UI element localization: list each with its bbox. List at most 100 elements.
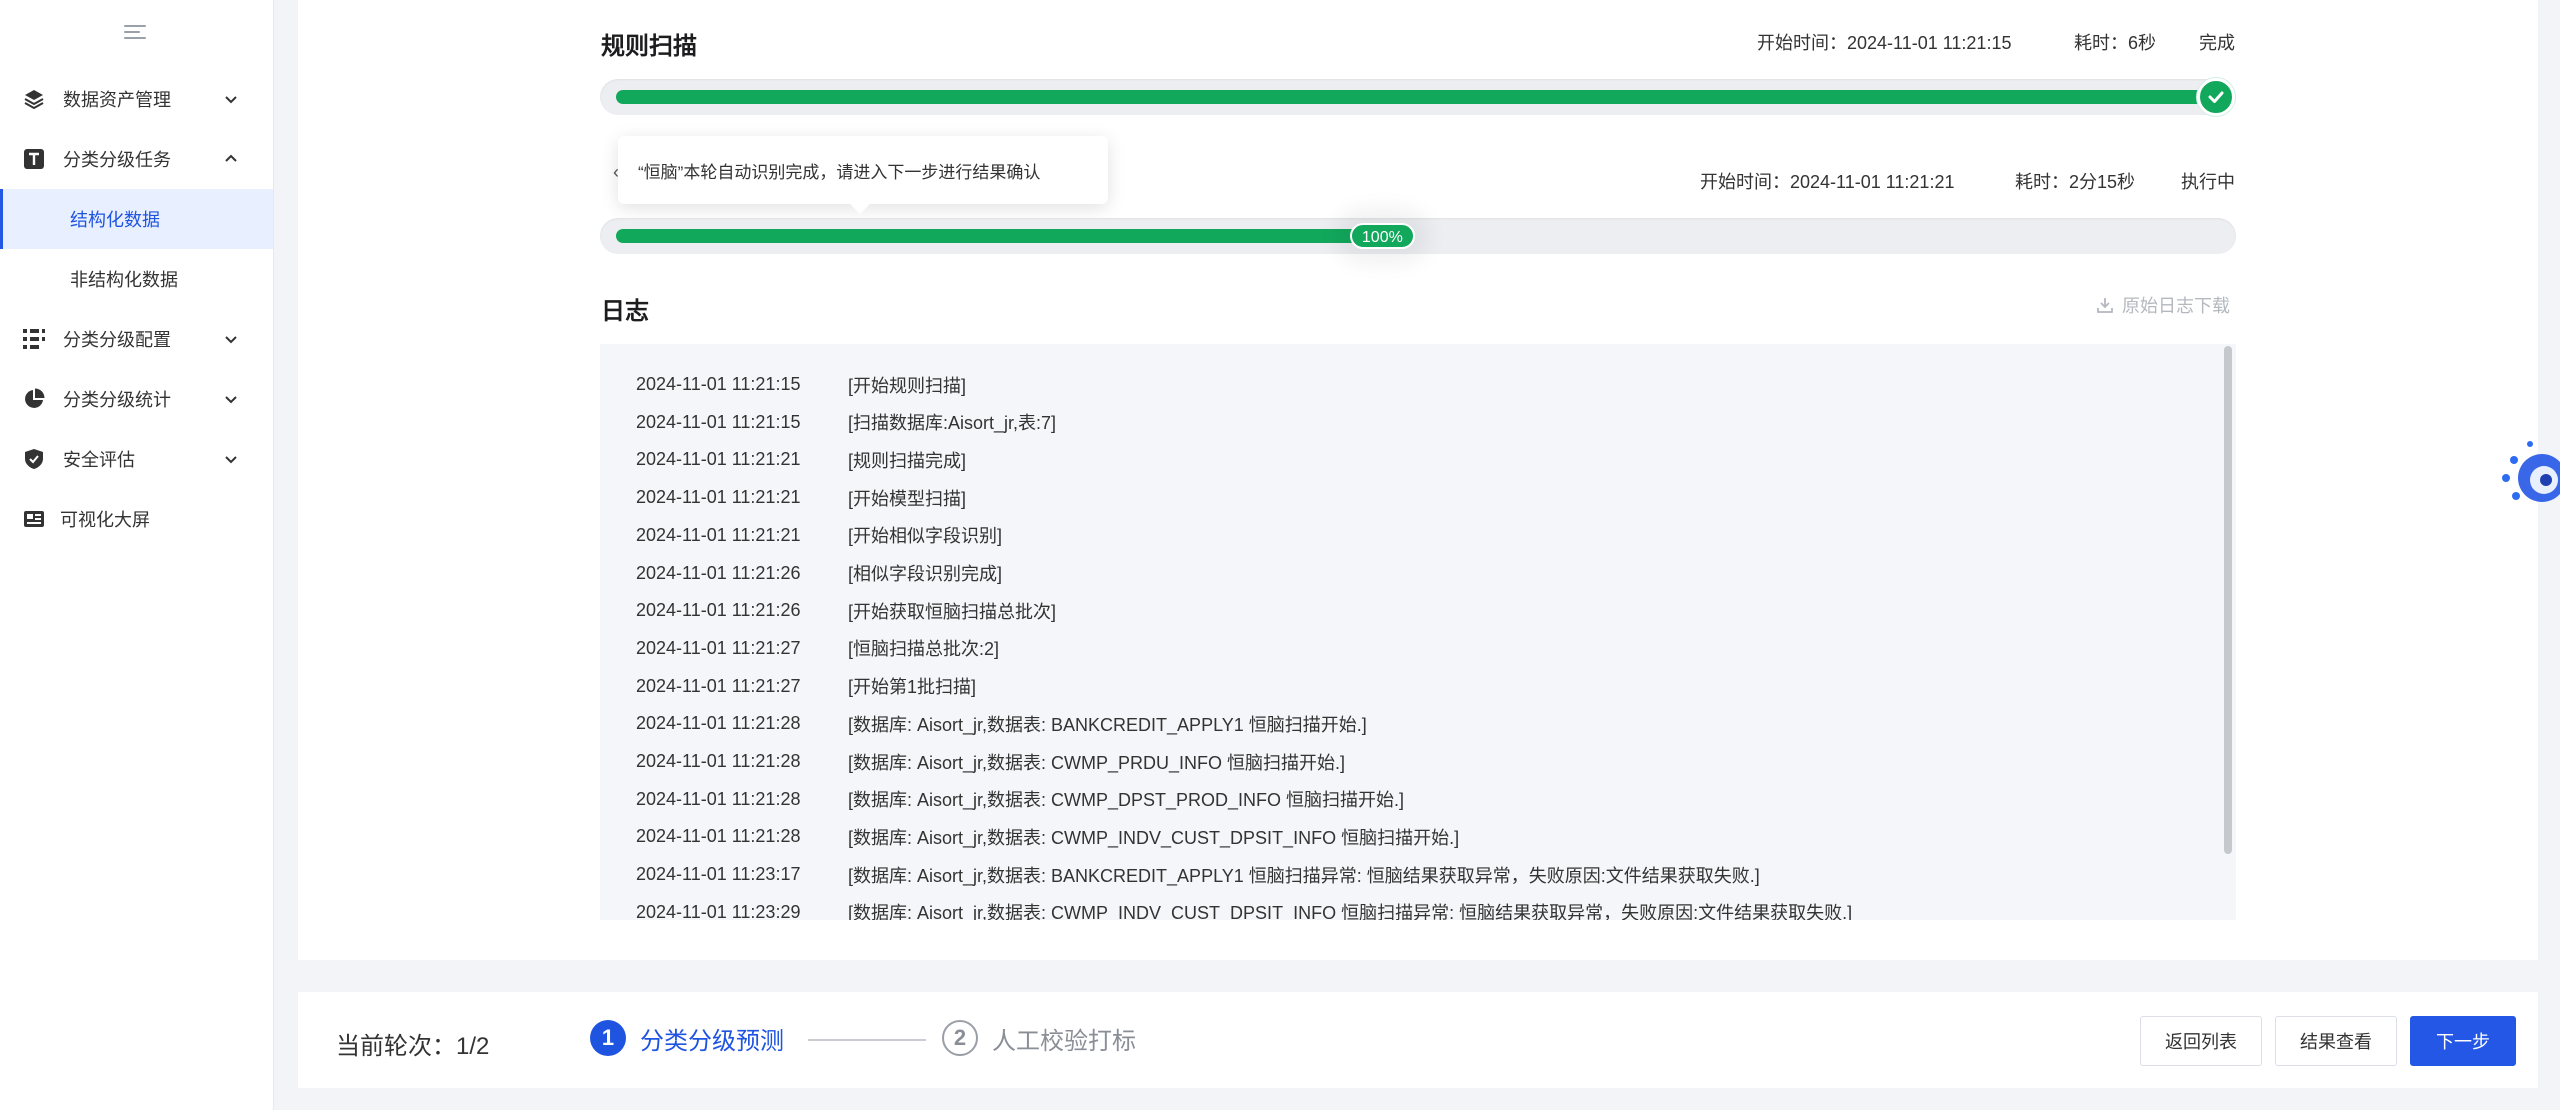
sidebar-item-label: 分类分级配置 [63,330,171,350]
current-round: 当前轮次：1/2 [336,1033,490,1060]
download-label: 原始日志下载 [2122,296,2230,316]
back-to-list-button[interactable]: 返回列表 [2140,1016,2262,1066]
log-timestamp: 2024-11-01 11:21:15 [636,374,801,394]
sidebar-item-label: 数据资产管理 [63,90,171,110]
log-row: 2024-11-01 11:21:21 [开始相似字段识别] [636,517,1002,554]
pie-chart-icon [22,387,46,411]
model-scan-status: 执行中 [2181,172,2235,192]
log-message: [数据库: Aisort_jr,数据表: CWMP_PRDU_INFO 恒脑扫描… [848,752,1346,773]
log-timestamp: 2024-11-01 11:21:15 [636,411,801,432]
log-timestamp: 2024-11-01 11:21:26 [636,562,801,583]
sidebar-item-label: 结构化数据 [70,210,160,230]
log-timestamp: 2024-11-01 11:21:21 [636,487,801,508]
sidebar-item-label: 分类分级统计 [63,390,171,410]
view-results-button[interactable]: 结果查看 [2275,1016,2397,1066]
log-row: 2024-11-01 11:21:28 [数据库: Aisort_jr,数据表: … [636,743,1345,780]
model-scan-duration: 耗时：2分15秒 [2015,172,2136,192]
sidebar-item-data-assets[interactable]: 数据资产管理 [0,69,273,129]
floating-assistant-icon[interactable] [2500,430,2560,520]
next-step-button[interactable]: 下一步 [2410,1016,2516,1066]
log-message: [开始模型扫描] [848,488,967,509]
sidebar-item-label: 安全评估 [63,450,135,470]
rule-scan-progress-bar [600,79,2236,115]
log-title: 日志 [601,298,649,325]
log-list[interactable]: 2024-11-01 11:21:15 [开始规则扫描] 2024-11-01 11… [600,344,2236,920]
rule-scan-progress-fill [616,90,2220,104]
log-timestamp: 2024-11-01 11:21:21 [636,449,801,470]
log-message: [数据库: Aisort_jr,数据表: CWMP_INDV_CUST_DPSI… [848,903,1853,920]
step-2: 2 人工校验打标 [942,1020,1136,1056]
chevron-down-icon [225,456,237,464]
log-message: [规则扫描完成] [848,450,967,471]
sidebar-item-security-assessment[interactable]: 安全评估 [0,429,273,489]
model-scan-progress-fill [616,229,1386,243]
log-row: 2024-11-01 11:23:17 [数据库: Aisort_jr,数据表: … [636,856,1760,893]
rule-scan-status: 完成 [2199,33,2235,53]
log-timestamp: 2024-11-01 11:21:28 [636,713,801,734]
step-2-number: 2 [942,1020,978,1056]
log-timestamp: 2024-11-01 11:21:26 [636,600,801,621]
chevron-down-icon [225,336,237,344]
log-message: [扫描数据库:Aisort_jr,表:7] [848,413,1057,434]
log-timestamp: 2024-11-01 11:21:27 [636,637,801,658]
log-row: 2024-11-01 11:21:28 [数据库: Aisort_jr,数据表: … [636,781,1404,818]
step-1-number: 1 [590,1020,626,1056]
sidebar-item-structured-data[interactable]: 结构化数据 [0,189,273,249]
sidebar-item-classification-stats[interactable]: 分类分级统计 [0,369,273,429]
log-message: [相似字段识别完成] [848,564,1003,584]
rule-scan-start-time: 开始时间：2024-11-01 11:21:15 [1757,33,2012,53]
sidebar: 数据资产管理 分类分级任务 结构化数据 非结构化数据 分类分级配置 分类分级统计… [0,0,274,1110]
rule-scan-duration: 耗时：6秒 [2074,33,2157,53]
log-scrollbar[interactable] [2224,346,2232,854]
log-timestamp: 2024-11-01 11:23:17 [636,864,801,885]
sidebar-item-unstructured-data[interactable]: 非结构化数据 [0,249,273,309]
log-message: [开始规则扫描] [848,375,967,396]
sidebar-item-label: 非结构化数据 [70,270,178,290]
chevron-down-icon [225,396,237,404]
log-message: [恒脑扫描总批次:2] [848,639,1000,660]
raw-log-download-link[interactable]: 原始日志下载 [2096,292,2230,318]
log-timestamp: 2024-11-01 11:21:28 [636,751,801,771]
log-timestamp: 2024-11-01 11:21:28 [636,826,801,847]
layers-icon [22,87,46,111]
check-complete-icon [2197,78,2235,116]
tooltip-text: “恒脑”本轮自动识别完成，请进入下一步进行结果确认 [638,162,1041,182]
log-row: 2024-11-01 11:21:15 [开始规则扫描] [636,366,966,403]
model-scan-progress-bar [600,218,2236,254]
log-row: 2024-11-01 11:21:28 [数据库: Aisort_jr,数据表: … [636,818,1459,855]
rule-scan-title: 规则扫描 [601,33,697,60]
chevron-down-icon [225,96,237,104]
completion-tooltip: “恒脑”本轮自动识别完成，请进入下一步进行结果确认 [618,136,1108,214]
log-row: 2024-11-01 11:21:21 [规则扫描完成] [636,441,966,478]
log-row: 2024-11-01 11:21:21 [开始模型扫描] [636,479,966,516]
log-row: 2024-11-01 11:21:27 [开始第1批扫描] [636,668,976,705]
collapse-menu-icon[interactable] [124,20,148,44]
sidebar-item-visualization-screen[interactable]: 可视化大屏 [0,489,273,549]
task-t-icon [22,147,46,171]
log-row: 2024-11-01 11:21:26 [相似字段识别完成] [636,555,1002,592]
sidebar-item-classification-config[interactable]: 分类分级配置 [0,309,273,369]
step-2-label: 人工校验打标 [992,1027,1136,1055]
log-row: 2024-11-01 11:21:26 [开始获取恒脑扫描总批次] [636,592,1056,629]
log-message: [开始相似字段识别] [848,526,1003,547]
log-message: [数据库: Aisort_jr,数据表: CWMP_INDV_CUST_DPSI… [848,827,1460,848]
log-message: [开始获取恒脑扫描总批次] [848,601,1057,622]
log-row: 2024-11-01 11:23:29 [数据库: Aisort_jr,数据表: … [636,894,1852,920]
model-scan-start-time: 开始时间：2024-11-01 11:21:21 [1700,172,1955,192]
footer-bar: 当前轮次：1/2 1 分类分级预测 2 人工校验打标 返回列表 结果查看 下一步 [298,992,2538,1088]
log-message: [数据库: Aisort_jr,数据表: BANKCREDIT_APPLY1 恒… [848,865,1760,886]
log-message: [数据库: Aisort_jr,数据表: CWMP_DPST_PROD_INFO… [848,790,1405,811]
step-connector [808,1039,926,1041]
config-list-icon [22,327,46,351]
sidebar-item-classification-task[interactable]: 分类分级任务 [0,129,273,189]
step-1: 1 分类分级预测 [590,1020,784,1056]
download-icon [2097,298,2113,313]
sidebar-item-label: 分类分级任务 [63,150,171,170]
log-message: [数据库: Aisort_jr,数据表: BANKCREDIT_APPLY1 恒… [848,714,1367,735]
log-row: 2024-11-01 11:21:15 [扫描数据库:Aisort_jr,表:7] [636,404,1056,441]
log-message: [开始第1批扫描] [848,677,977,698]
log-timestamp: 2024-11-01 11:21:21 [636,524,801,545]
log-row: 2024-11-01 11:21:27 [恒脑扫描总批次:2] [636,630,999,667]
progress-percent-badge: 100% [1349,223,1415,249]
log-timestamp: 2024-11-01 11:21:28 [636,788,801,809]
